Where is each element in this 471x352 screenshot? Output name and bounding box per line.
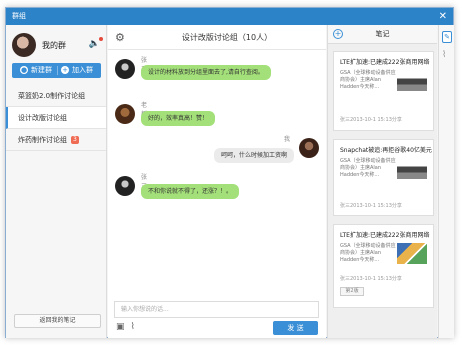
send-button[interactable]: 发 送 bbox=[273, 321, 318, 335]
user-icon: ● bbox=[20, 66, 28, 74]
message-list: 张三 设计的材料放到分组里面去了,请自行查阅。 老板 好的，效率真高！赞！ 我 … bbox=[108, 51, 326, 289]
new-group-label: 新建群 bbox=[31, 66, 52, 74]
group-item[interactable]: 菜篮奶2.0制作讨论组 bbox=[6, 85, 106, 107]
note-card[interactable]: LTE扩加速:已建成222张商用网络 GSA（全球移动设备供应商协会）主席Ala… bbox=[333, 51, 434, 131]
group-window: 群组 ✕ 我的群 🔈 ● 新建群 + 加入群 菜篮奶2.0制作讨论组 设计改版讨论组… bbox=[5, 7, 454, 338]
back-to-notes-button[interactable]: 返回我的笔记 bbox=[14, 314, 101, 328]
message-sender: 我 bbox=[284, 136, 291, 143]
unread-badge: 3 bbox=[71, 136, 79, 144]
group-name: 炸药制作讨论组 bbox=[18, 136, 67, 144]
group-item[interactable]: 炸药制作讨论组 3 bbox=[6, 129, 106, 151]
message-bubble: 设计的材料放到分组里面去了,请自行查阅。 bbox=[141, 65, 271, 80]
divider bbox=[57, 66, 58, 75]
message-bubble: 呵呵，什么时候加工资啊 bbox=[214, 148, 295, 163]
user-name: 我的群 bbox=[42, 41, 66, 50]
note-thumbnail bbox=[397, 158, 427, 179]
speaker-icon[interactable]: 🔈 bbox=[89, 37, 103, 49]
note-thumbnail bbox=[397, 243, 427, 264]
avatar[interactable] bbox=[115, 176, 135, 196]
new-group-button[interactable]: ● 新建群 bbox=[20, 63, 52, 78]
group-actions: ● 新建群 + 加入群 bbox=[12, 63, 101, 78]
note-thumbnail bbox=[397, 70, 427, 91]
attachment-icon[interactable]: ⌇ bbox=[442, 50, 446, 60]
version-tag[interactable]: 第2版 bbox=[340, 287, 364, 296]
note-body: GSA（全球移动设备供应商协会）主席Alan Hadden今天称... bbox=[340, 243, 396, 263]
group-list: 菜篮奶2.0制作讨论组 设计改版讨论组 炸药制作讨论组 3 bbox=[6, 85, 106, 151]
chat-title: 设计改版讨论组（10人） bbox=[181, 33, 273, 42]
avatar[interactable] bbox=[299, 138, 319, 158]
message-bubble: 好的，效率真高！赞！ bbox=[141, 111, 216, 126]
note-body: GSA（全球移动设备供应商协会）主席Alan Hadden今天称... bbox=[340, 70, 396, 90]
composer-tools: ▣ ⌇ bbox=[116, 322, 141, 332]
avatar[interactable] bbox=[115, 59, 135, 79]
group-item-active[interactable]: 设计改版讨论组 bbox=[6, 107, 106, 129]
note-meta: 张三2013-10-1 15:13分享 bbox=[340, 203, 402, 209]
chat-panel: ⚙ 设计改版讨论组（10人） 张三 设计的材料放到分组里面去了,请自行查阅。 老… bbox=[108, 25, 326, 338]
close-icon[interactable]: ✕ bbox=[439, 8, 447, 25]
join-group-button[interactable]: + 加入群 bbox=[61, 63, 93, 78]
add-note-icon[interactable]: + bbox=[333, 29, 343, 39]
message-input[interactable]: 输入你想说的话... bbox=[114, 301, 319, 318]
join-group-label: 加入群 bbox=[72, 66, 93, 74]
paperclip-icon[interactable]: ⌇ bbox=[131, 322, 135, 332]
note-card[interactable]: LTE扩加速:已建成222张商用网络 GSA（全球移动设备供应商协会）主席Ala… bbox=[333, 224, 434, 308]
note-icon[interactable]: ✎ bbox=[442, 31, 452, 43]
note-body: GSA（全球移动设备供应商协会）主席Alan Hadden今天称... bbox=[340, 158, 396, 178]
title-bar: 群组 ✕ bbox=[6, 8, 453, 25]
group-name: 设计改版讨论组 bbox=[18, 114, 67, 122]
note-card[interactable]: Snapchat被追:再拒谷歌40亿美元 GSA（全球移动设备供应商协会）主席A… bbox=[333, 139, 434, 216]
profile: 我的群 🔈 bbox=[12, 33, 103, 59]
window-title: 群组 bbox=[12, 12, 26, 20]
notes-title: 笔记 bbox=[375, 30, 390, 38]
message-bubble: 不和你说就不得了，还涨？！。 bbox=[141, 184, 240, 199]
note-title: LTE扩加速:已建成222张商用网络 bbox=[340, 59, 430, 66]
notes-panel: 笔记 + LTE扩加速:已建成222张商用网络 GSA（全球移动设备供应商协会）… bbox=[327, 25, 437, 338]
group-sidebar: 我的群 🔈 ● 新建群 + 加入群 菜篮奶2.0制作讨论组 设计改版讨论组 炸药制作… bbox=[6, 25, 107, 338]
avatar[interactable] bbox=[12, 33, 36, 57]
image-icon[interactable]: ▣ bbox=[116, 322, 125, 332]
group-name: 菜篮奶2.0制作讨论组 bbox=[18, 92, 86, 100]
plus-icon: + bbox=[61, 66, 69, 74]
notes-header: 笔记 + bbox=[328, 25, 437, 44]
avatar[interactable] bbox=[115, 104, 135, 124]
notification-dot bbox=[99, 37, 103, 41]
note-title: LTE扩加速:已建成222张商用网络 bbox=[340, 232, 430, 239]
note-meta: 张三2013-10-1 15:13分享 bbox=[340, 276, 402, 282]
chat-header: ⚙ 设计改版讨论组（10人） bbox=[108, 25, 326, 50]
note-title: Snapchat被追:再拒谷歌40亿美元 bbox=[340, 147, 432, 154]
note-meta: 张三2013-10-1 15:13分享 bbox=[340, 117, 402, 123]
side-toolbar: ✎ ⌇ bbox=[438, 25, 454, 338]
